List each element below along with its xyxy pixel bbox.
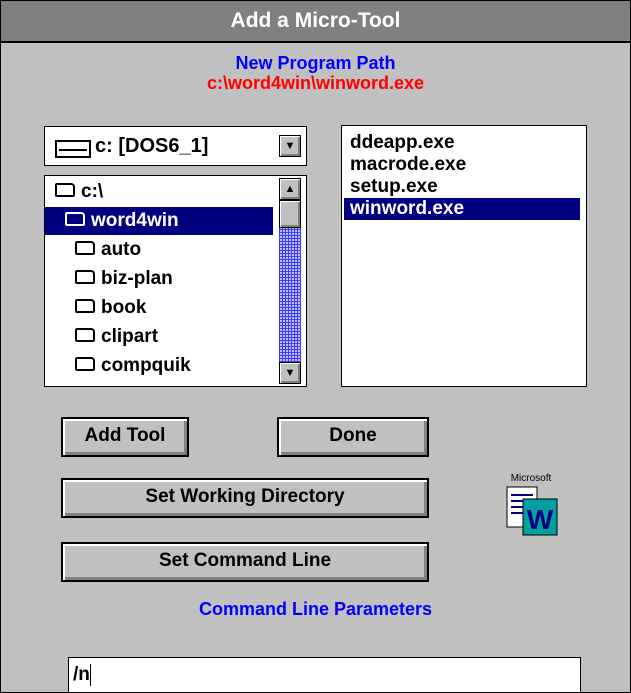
set-command-line-button[interactable]: Set Command Line <box>61 542 429 582</box>
text-cursor <box>89 663 91 686</box>
file-item[interactable]: macrode.exe <box>346 154 470 176</box>
dropdown-arrow-icon[interactable]: ▼ <box>279 135 301 157</box>
scroll-track[interactable] <box>279 228 301 362</box>
folder-icon <box>75 298 95 313</box>
folder-icon <box>75 240 95 255</box>
title-bar: Add a Micro-Tool <box>1 1 630 43</box>
add-tool-label: Add Tool <box>84 425 166 446</box>
file-list[interactable]: ddeapp.exe macrode.exe setup.exe winword.ex… <box>341 125 587 387</box>
directory-item-label: biz-plan <box>101 268 173 289</box>
scroll-up-button[interactable]: ▲ <box>279 178 301 200</box>
set-working-directory-label: Set Working Directory <box>145 486 345 507</box>
drive-icon <box>55 140 91 158</box>
directory-item[interactable]: book <box>75 294 255 322</box>
directory-item[interactable]: compquik <box>75 352 255 380</box>
directory-item-label: compquik <box>101 355 191 376</box>
drive-select[interactable]: c: [DOS6_1] ▼ <box>44 126 307 166</box>
microsoft-word-logo-icon: Microsoft W <box>506 473 558 536</box>
file-item[interactable]: ddeapp.exe <box>346 132 459 154</box>
directory-item-label: clipart <box>101 326 159 347</box>
done-label: Done <box>329 425 377 446</box>
open-folder-icon <box>65 211 85 226</box>
command-line-value: /n <box>73 664 90 685</box>
folder-icon <box>75 327 95 342</box>
folder-icon <box>75 269 95 284</box>
folder-icon <box>75 356 95 371</box>
command-line-input[interactable]: /n <box>68 657 581 693</box>
program-path-heading: New Program Path <box>235 53 396 73</box>
directory-item-label: auto <box>101 239 142 260</box>
directory-item[interactable]: clipart <box>75 323 255 351</box>
set-working-directory-button[interactable]: Set Working Directory <box>61 478 429 518</box>
logo-letter: W <box>527 504 554 535</box>
directory-item-label: book <box>101 297 147 318</box>
command-line-label: Command Line Parameters <box>198 599 433 619</box>
directory-item[interactable]: auto <box>75 236 255 264</box>
drive-select-value: c: [DOS6_1] <box>95 135 209 157</box>
add-tool-button[interactable]: Add Tool <box>61 417 189 457</box>
file-item[interactable]: winword.exe <box>344 198 580 220</box>
directory-item[interactable]: biz-plan <box>75 265 255 293</box>
file-item[interactable]: setup.exe <box>346 176 442 198</box>
directory-list[interactable]: c:\ word4win auto biz-plan book clipart compqu… <box>44 175 307 387</box>
set-command-line-label: Set Command Line <box>158 550 332 571</box>
scroll-down-button[interactable]: ▼ <box>279 362 301 384</box>
logo-text: Microsoft <box>511 473 552 484</box>
directory-item-label: word4win <box>91 210 179 231</box>
directory-item[interactable]: word4win <box>45 207 273 235</box>
directory-item-label: c:\ <box>81 181 104 202</box>
scroll-thumb[interactable] <box>279 200 301 228</box>
directory-item[interactable]: c:\ <box>55 178 255 206</box>
dialog-window: Add a Micro-Tool New Program Path c:\wor… <box>0 0 631 693</box>
program-path-value: c:\word4win\winword.exe <box>206 73 425 93</box>
open-folder-icon <box>55 182 75 197</box>
done-button[interactable]: Done <box>277 417 429 457</box>
